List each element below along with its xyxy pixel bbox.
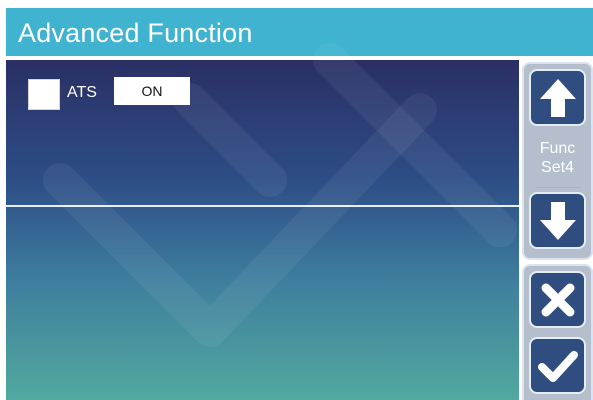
screen: Advanced Function ATS ON Func Set4 [0,0,593,400]
close-x-icon [541,283,574,316]
ats-checkbox[interactable] [28,79,60,110]
ats-toggle-button[interactable]: ON [114,77,190,105]
arrow-up-icon [539,78,576,117]
close-button[interactable] [529,271,586,328]
function-set-label: Func Set4 [524,139,591,177]
page-title: Advanced Function [18,18,253,48]
confirm-button[interactable] [529,337,586,394]
down-button[interactable] [529,192,586,249]
function-set-label-line1: Func [539,140,576,157]
function-set-label-line2: Set4 [541,159,574,176]
up-button[interactable] [529,69,586,126]
checkmark-icon [537,350,578,382]
divider [6,205,519,207]
label-underline [536,187,581,188]
action-group [522,264,593,400]
ats-label: ATS [67,84,97,101]
title-bar: Advanced Function [6,8,593,56]
settings-panel: ATS ON [6,60,519,400]
page-nav-group: Func Set4 [522,62,593,260]
arrow-down-icon [539,201,576,240]
